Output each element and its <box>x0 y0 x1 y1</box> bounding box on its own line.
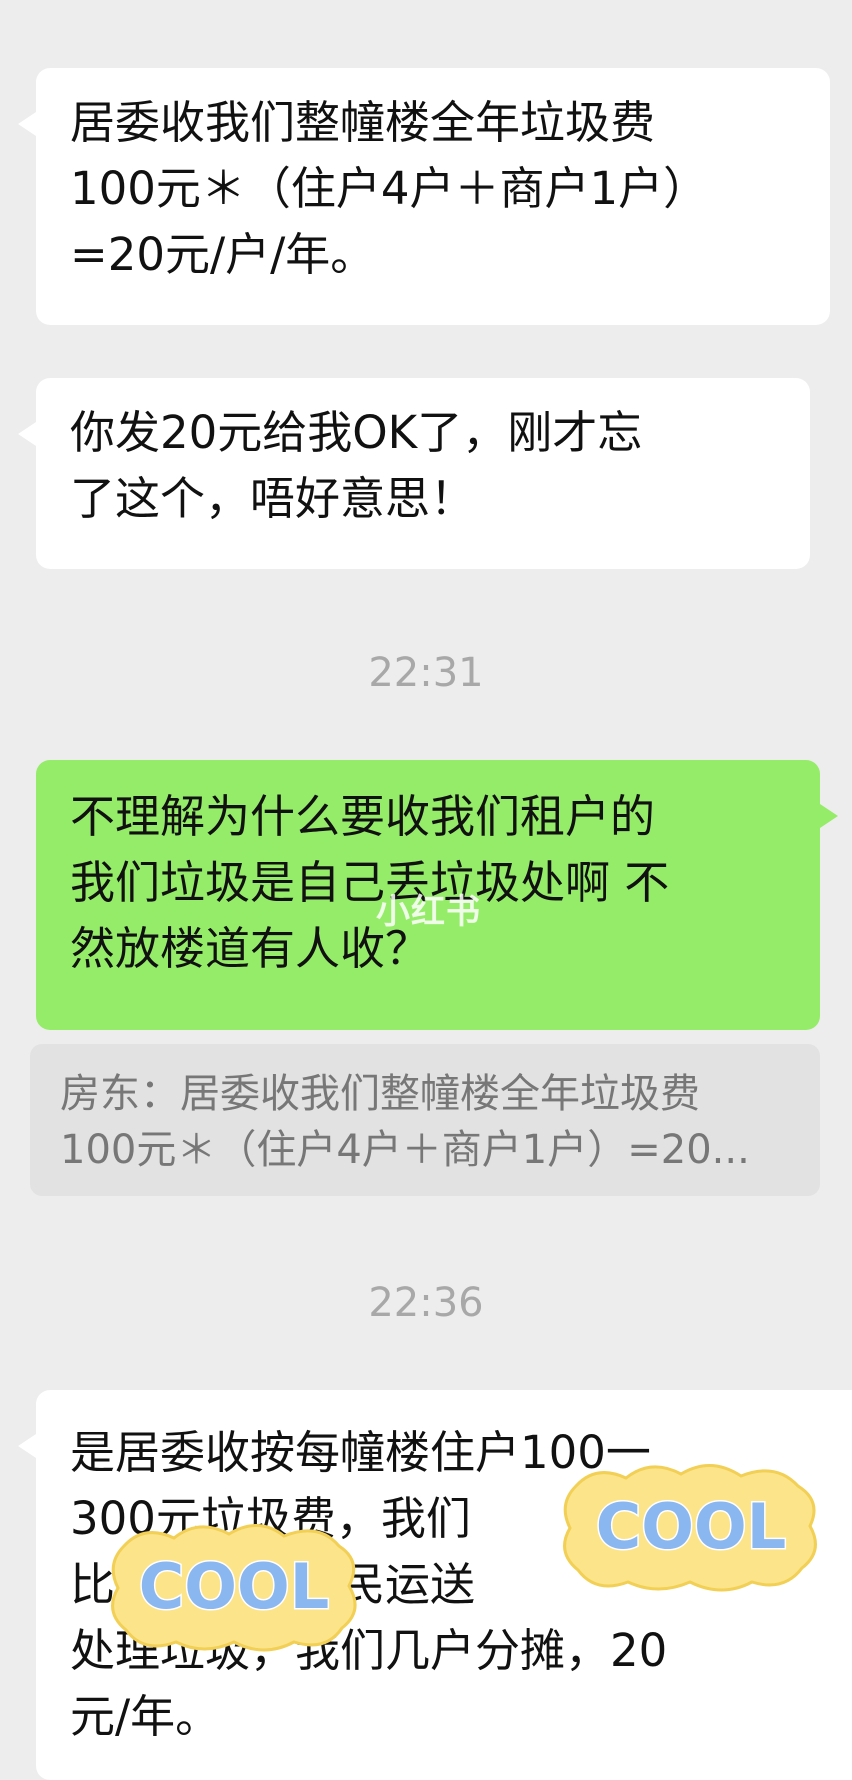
message-text: 居委收我们整幢楼全年垃圾费 100元＊（住户4户＋商户1户） =20元/户/年。 <box>70 96 709 281</box>
message-text: 不理解为什么要收我们租户的 我们垃圾是自己丢垃圾处啊 不 然放楼道有人收？ <box>70 790 670 975</box>
cool-sticker: COOL <box>111 1524 357 1652</box>
message-text: 你发20元给我OK了，刚才忘 了这个，唔好意思！ <box>70 406 643 525</box>
timestamp: 22:36 <box>368 1280 484 1326</box>
xiaohongshu-watermark: 小红书 <box>376 892 481 932</box>
quoted-message[interactable]: 房东：居委收我们整幢楼全年垃圾费 100元＊（住户4户＋商户1户）=20... <box>30 1044 820 1196</box>
sticker-text: COOL <box>139 1550 329 1623</box>
sticker-text: COOL <box>596 1490 786 1563</box>
timestamp: 22:31 <box>368 650 484 696</box>
message-bubble-incoming[interactable]: 你发20元给我OK了，刚才忘 了这个，唔好意思！ <box>18 378 810 569</box>
cool-sticker: COOL <box>563 1464 817 1592</box>
message-bubble-incoming[interactable]: 居委收我们整幢楼全年垃圾费 100元＊（住户4户＋商户1户） =20元/户/年。 <box>18 68 830 325</box>
